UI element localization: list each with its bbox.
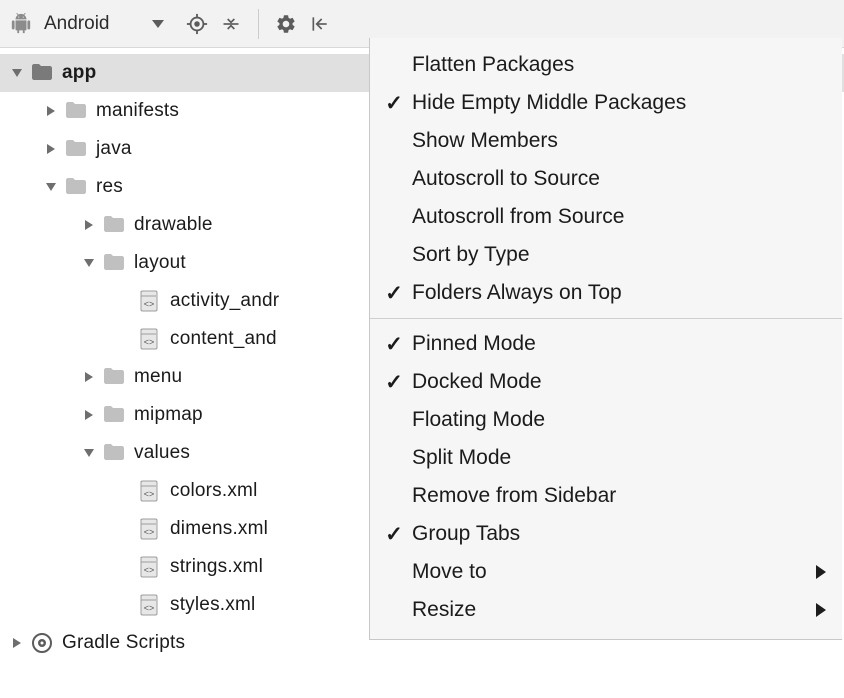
menu-item[interactable]: ✓Pinned Mode (370, 325, 842, 363)
menu-item-label: Remove from Sidebar (412, 484, 826, 508)
menu-item-label: Pinned Mode (412, 332, 826, 356)
xml-icon (138, 517, 162, 541)
menu-item-label: Hide Empty Middle Packages (412, 91, 826, 115)
android-icon (10, 13, 32, 35)
tree-item-label: activity_andr (170, 290, 279, 312)
tree-item-label: styles.xml (170, 594, 255, 616)
menu-item[interactable]: Remove from Sidebar (370, 477, 842, 515)
folder-dark-icon (30, 61, 54, 85)
view-selector-dropdown-icon[interactable] (152, 20, 164, 28)
menu-item[interactable]: ✓Docked Mode (370, 363, 842, 401)
folder-icon (64, 175, 88, 199)
menu-item[interactable]: ✓Folders Always on Top (370, 274, 842, 312)
menu-item-label: Sort by Type (412, 243, 826, 267)
view-selector-label[interactable]: Android (40, 13, 144, 35)
submenu-arrow-icon (816, 603, 826, 617)
submenu-arrow-icon (816, 565, 826, 579)
xml-icon (138, 479, 162, 503)
collapse-all-button[interactable] (218, 11, 244, 37)
gradle-icon (30, 631, 54, 655)
menu-item[interactable]: Split Mode (370, 439, 842, 477)
tree-item-label: menu (134, 366, 182, 388)
menu-item[interactable]: Autoscroll from Source (370, 198, 842, 236)
chevron-down-icon[interactable] (44, 180, 58, 194)
menu-item[interactable]: Flatten Packages (370, 46, 842, 84)
xml-icon (138, 289, 162, 313)
chevron-right-icon[interactable] (44, 104, 58, 118)
menu-item[interactable]: Show Members (370, 122, 842, 160)
chevron-down-icon[interactable] (10, 66, 24, 80)
tree-item-label: drawable (134, 214, 213, 236)
checkmark-icon: ✓ (382, 281, 406, 306)
menu-item-label: Autoscroll from Source (412, 205, 826, 229)
menu-item[interactable]: Move to (370, 553, 842, 591)
hide-button[interactable] (307, 11, 333, 37)
tree-item-label: manifests (96, 100, 179, 122)
tree-item-label: values (134, 442, 190, 464)
folder-icon (102, 365, 126, 389)
folder-icon (102, 441, 126, 465)
checkmark-icon: ✓ (382, 91, 406, 116)
tree-item-label: Gradle Scripts (62, 632, 185, 654)
settings-gear-button[interactable] (273, 11, 299, 37)
locate-button[interactable] (184, 11, 210, 37)
settings-popup-menu: Flatten Packages✓Hide Empty Middle Packa… (369, 38, 842, 640)
menu-item-label: Group Tabs (412, 522, 826, 546)
xml-icon (138, 327, 162, 351)
xml-icon (138, 593, 162, 617)
tree-item-label: app (62, 62, 96, 84)
tree-item-label: layout (134, 252, 186, 274)
menu-item[interactable]: Sort by Type (370, 236, 842, 274)
checkmark-icon: ✓ (382, 522, 406, 547)
menu-item[interactable]: ✓Group Tabs (370, 515, 842, 553)
menu-separator (370, 318, 842, 319)
tree-item-label: content_and (170, 328, 277, 350)
menu-item-label: Move to (412, 560, 816, 584)
menu-item[interactable]: Resize (370, 591, 842, 629)
tree-item-label: java (96, 138, 132, 160)
menu-item[interactable]: Autoscroll to Source (370, 160, 842, 198)
tree-item-label: mipmap (134, 404, 203, 426)
chevron-right-icon[interactable] (82, 370, 96, 384)
chevron-right-icon[interactable] (82, 218, 96, 232)
checkmark-icon: ✓ (382, 332, 406, 357)
menu-item[interactable]: ✓Hide Empty Middle Packages (370, 84, 842, 122)
folder-icon (64, 137, 88, 161)
folder-icon (64, 99, 88, 123)
menu-item[interactable]: Floating Mode (370, 401, 842, 439)
folder-icon (102, 251, 126, 275)
chevron-right-icon[interactable] (10, 636, 24, 650)
menu-item-label: Resize (412, 598, 816, 622)
toolbar-divider (258, 9, 259, 39)
chevron-right-icon[interactable] (82, 408, 96, 422)
menu-item-label: Flatten Packages (412, 53, 826, 77)
chevron-down-icon[interactable] (82, 446, 96, 460)
chevron-right-icon[interactable] (44, 142, 58, 156)
tree-item-label: colors.xml (170, 480, 258, 502)
folder-icon (102, 213, 126, 237)
menu-item-label: Autoscroll to Source (412, 167, 826, 191)
menu-item-label: Folders Always on Top (412, 281, 826, 305)
xml-icon (138, 555, 162, 579)
tree-item-label: strings.xml (170, 556, 263, 578)
menu-item-label: Docked Mode (412, 370, 826, 394)
menu-item-label: Floating Mode (412, 408, 826, 432)
tree-item-label: res (96, 176, 123, 198)
menu-item-label: Show Members (412, 129, 826, 153)
checkmark-icon: ✓ (382, 370, 406, 395)
menu-item-label: Split Mode (412, 446, 826, 470)
folder-icon (102, 403, 126, 427)
tree-item-label: dimens.xml (170, 518, 268, 540)
chevron-down-icon[interactable] (82, 256, 96, 270)
